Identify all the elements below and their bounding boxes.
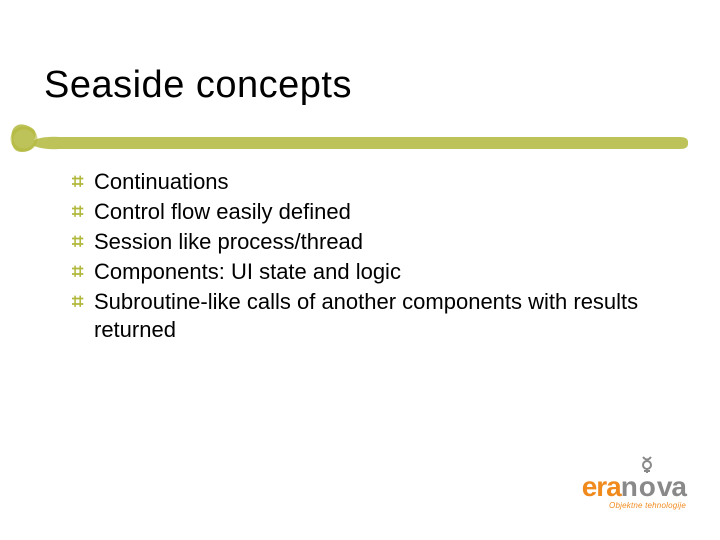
hash-bullet-icon: ⌗ xyxy=(72,288,94,316)
list-item-text: Control flow easily defined xyxy=(94,198,660,226)
list-item-text: Components: UI state and logic xyxy=(94,258,660,286)
hash-bullet-icon: ⌗ xyxy=(72,198,94,226)
brand-logo: eranova Objektne tehnologije xyxy=(582,471,686,510)
list-item: ⌗ Components: UI state and logic xyxy=(72,258,660,286)
logo-part-va: va xyxy=(657,471,686,502)
hash-bullet-icon: ⌗ xyxy=(72,168,94,196)
list-item-text: Session like process/thread xyxy=(94,228,660,256)
logo-part-era: era xyxy=(582,471,621,503)
title-underline-brush xyxy=(0,118,720,154)
logo-mercury-icon: o xyxy=(637,471,657,503)
list-item: ⌗ Continuations xyxy=(72,168,660,196)
list-item: ⌗ Session like process/thread xyxy=(72,228,660,256)
hash-bullet-icon: ⌗ xyxy=(72,228,94,256)
hash-bullet-icon: ⌗ xyxy=(72,258,94,286)
list-item-text: Subroutine-like calls of another compone… xyxy=(94,288,660,344)
slide-title: Seaside concepts xyxy=(44,64,680,107)
list-item: ⌗ Control flow easily defined xyxy=(72,198,660,226)
logo-part-n: n xyxy=(621,471,637,502)
list-item: ⌗ Subroutine-like calls of another compo… xyxy=(72,288,660,344)
list-item-text: Continuations xyxy=(94,168,660,196)
bullet-list: ⌗ Continuations ⌗ Control flow easily de… xyxy=(72,168,660,346)
